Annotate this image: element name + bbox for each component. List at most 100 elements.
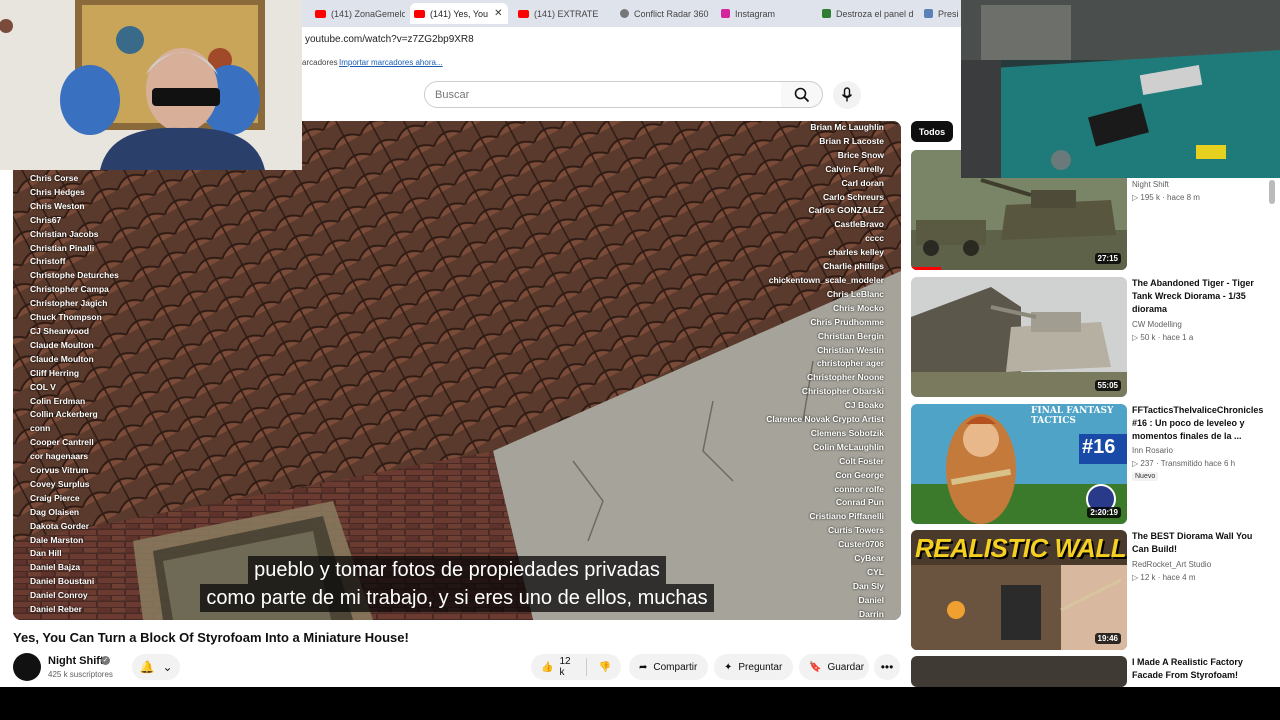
ask-label: Preguntar bbox=[738, 661, 783, 673]
chip-all[interactable]: Todos bbox=[911, 121, 953, 142]
rec-channel[interactable]: CW Modelling bbox=[1132, 320, 1182, 329]
tiger-tank-thumbnail-image bbox=[911, 277, 1127, 397]
save-label: Guardar bbox=[827, 661, 865, 673]
recommendation-item[interactable]: I Made A Realistic Factory Facade From S… bbox=[911, 656, 1261, 687]
recommendation-item[interactable]: FINAL FANTASY TACTICS #16 2:20:19 FFTact… bbox=[911, 404, 1263, 524]
video-thumbnail[interactable]: 55:05 bbox=[911, 277, 1127, 397]
video-player[interactable]: Chris Corse Chris Hedges Chris Weston Chris… bbox=[13, 121, 901, 620]
credit-name: Chris Mocko bbox=[832, 302, 884, 313]
credit-name: Colin McLaughlin bbox=[813, 441, 884, 452]
credit-name: Craig Pierce bbox=[30, 492, 80, 503]
more-icon: ••• bbox=[880, 660, 894, 674]
webcam-workbench-image bbox=[961, 0, 1280, 178]
channel-name[interactable]: Night Shift bbox=[48, 655, 104, 667]
rec-meta-text: 195 k · hace 8 m bbox=[1140, 193, 1200, 202]
credit-name: Corvus Vitrum bbox=[30, 465, 89, 476]
rec-channel[interactable]: Inn Rosario bbox=[1132, 446, 1173, 455]
rec-title[interactable]: FFTacticsTheIvaliceChronicles #16 : Un p… bbox=[1132, 404, 1263, 443]
credit-name: Colin Erdman bbox=[30, 395, 86, 406]
credit-name: Clemens Sobotzik bbox=[810, 427, 884, 438]
youtube-icon bbox=[315, 9, 326, 18]
bookmarks-text: arcadores bbox=[302, 58, 338, 67]
video-thumbnail[interactable]: FINAL FANTASY TACTICS #16 2:20:19 bbox=[911, 404, 1127, 524]
thumb-number-text: #16 bbox=[1082, 436, 1116, 458]
like-button[interactable]: 👍 12 k bbox=[541, 656, 574, 678]
search-icon bbox=[794, 87, 809, 102]
rec-meta: ▷ 237 · Transmitido hace 6 h bbox=[1132, 459, 1236, 468]
scrollbar[interactable] bbox=[1269, 180, 1275, 204]
notifications-button[interactable]: 🔔 ⌄ bbox=[132, 654, 180, 680]
credit-name: Claude Moulton bbox=[30, 353, 94, 364]
like-count: 12 k bbox=[559, 656, 571, 678]
rec-channel[interactable]: Night Shift bbox=[1132, 180, 1169, 189]
avatar[interactable] bbox=[13, 653, 41, 681]
save-button[interactable]: 🔖 Guardar bbox=[799, 654, 869, 680]
tab-instagram[interactable]: Instagram bbox=[717, 3, 813, 24]
thumbs-down-icon: 👎 bbox=[598, 661, 611, 673]
voice-search-button[interactable] bbox=[833, 81, 861, 109]
credit-name: Custer0706 bbox=[838, 539, 884, 550]
tab-conflict-radar[interactable]: Conflict Radar 360 bbox=[616, 3, 712, 24]
rec-meta-text: 237 · Transmitido hace 6 h bbox=[1140, 459, 1236, 468]
webcam-overlay-left bbox=[0, 0, 302, 170]
credit-name: Chris LeBlanc bbox=[826, 288, 884, 299]
screen: (141) ZonaGemelo (141) Yes, You ✕ (141) … bbox=[0, 0, 1280, 720]
tab-label: Destroza el panel d bbox=[836, 8, 914, 19]
tab-extrate[interactable]: (141) EXTRATE bbox=[514, 3, 606, 24]
duration-badge: 55:05 bbox=[1094, 380, 1121, 391]
tab-label: Conflict Radar 360 bbox=[634, 8, 709, 19]
credit-name: Collin Ackerberg bbox=[30, 409, 98, 420]
credit-name: Chris Prudhomme bbox=[810, 316, 884, 327]
microphone-icon bbox=[841, 87, 853, 102]
credits-left-column: Chris Corse Chris Hedges Chris Weston Chris… bbox=[30, 172, 119, 617]
site-icon bbox=[924, 9, 933, 18]
ask-button[interactable]: ✦ Preguntar bbox=[714, 654, 793, 680]
rec-meta: ▷ 50 k · hace 1 a bbox=[1132, 333, 1194, 342]
share-button[interactable]: ➦ Compartir bbox=[629, 654, 708, 680]
search-input[interactable] bbox=[425, 82, 781, 107]
credit-name: Carl doran bbox=[841, 177, 884, 188]
duration-badge: 27:15 bbox=[1094, 253, 1121, 264]
credit-name: Chris Corse bbox=[30, 173, 79, 183]
credit-name: Dale Marston bbox=[30, 534, 84, 545]
video-thumbnail[interactable]: REALISTIC WALL 19:46 bbox=[911, 530, 1127, 650]
tab-destroza[interactable]: Destroza el panel d bbox=[818, 3, 914, 24]
taskbar bbox=[0, 687, 1280, 720]
video-title: Yes, You Can Turn a Block Of Styrofoam I… bbox=[13, 630, 409, 645]
close-icon[interactable]: ✕ bbox=[494, 8, 502, 19]
video-thumbnail[interactable] bbox=[911, 656, 1127, 687]
recommendation-item[interactable]: REALISTIC WALL 19:46 The BEST Diorama Wa… bbox=[911, 530, 1261, 650]
recommendation-item[interactable]: 55:05 The Abandoned Tiger - Tiger Tank W… bbox=[911, 277, 1261, 397]
webcam-overlay-right bbox=[961, 0, 1280, 178]
tab-active-video[interactable]: (141) Yes, You ✕ bbox=[410, 3, 508, 24]
more-actions-button[interactable]: ••• bbox=[874, 654, 900, 680]
credit-name: Christian Westin bbox=[817, 344, 884, 355]
credit-name: COL V bbox=[30, 381, 56, 392]
tab-presi[interactable]: Presi bbox=[920, 3, 962, 24]
search-button[interactable] bbox=[781, 81, 823, 108]
tab-zonagemelo[interactable]: (141) ZonaGemelo bbox=[311, 3, 405, 24]
rec-title[interactable]: The BEST Diorama Wall You Can Build! bbox=[1132, 530, 1260, 556]
divider bbox=[585, 658, 587, 676]
tab-label: (141) EXTRATE bbox=[534, 8, 599, 19]
tab-label: Instagram bbox=[735, 8, 776, 19]
import-bookmarks-link[interactable]: Importar marcadores ahora... bbox=[339, 58, 443, 67]
search-box[interactable] bbox=[424, 81, 782, 108]
credit-name: Charlie phillips bbox=[823, 261, 884, 272]
credit-name: cor hagenaars bbox=[30, 451, 89, 462]
dislike-button[interactable]: 👎 bbox=[599, 662, 611, 673]
credit-name: Carlo Schreurs bbox=[823, 191, 884, 202]
duration-badge: 2:20:19 bbox=[1087, 507, 1121, 518]
instagram-icon bbox=[721, 9, 730, 18]
credit-name: Curtis Towers bbox=[827, 525, 884, 536]
rec-title[interactable]: I Made A Realistic Factory Facade From S… bbox=[1132, 656, 1260, 682]
credit-name: Chris67 bbox=[30, 214, 62, 225]
thumb-title-text: FINAL FANTASY TACTICS bbox=[1031, 406, 1114, 426]
rec-channel[interactable]: RedRocket_Art Studio bbox=[1132, 560, 1211, 569]
credit-name: Christopher Obarski bbox=[801, 386, 884, 397]
rec-title[interactable]: The Abandoned Tiger - Tiger Tank Wreck D… bbox=[1132, 277, 1260, 316]
credit-name: connor rolfe bbox=[834, 483, 884, 494]
url-text[interactable]: youtube.com/watch?v=z7ZG2bp9XR8 bbox=[305, 34, 474, 45]
rec-meta-text: 50 k · hace 1 a bbox=[1140, 333, 1194, 342]
bookmark-icon: 🔖 bbox=[809, 661, 822, 673]
